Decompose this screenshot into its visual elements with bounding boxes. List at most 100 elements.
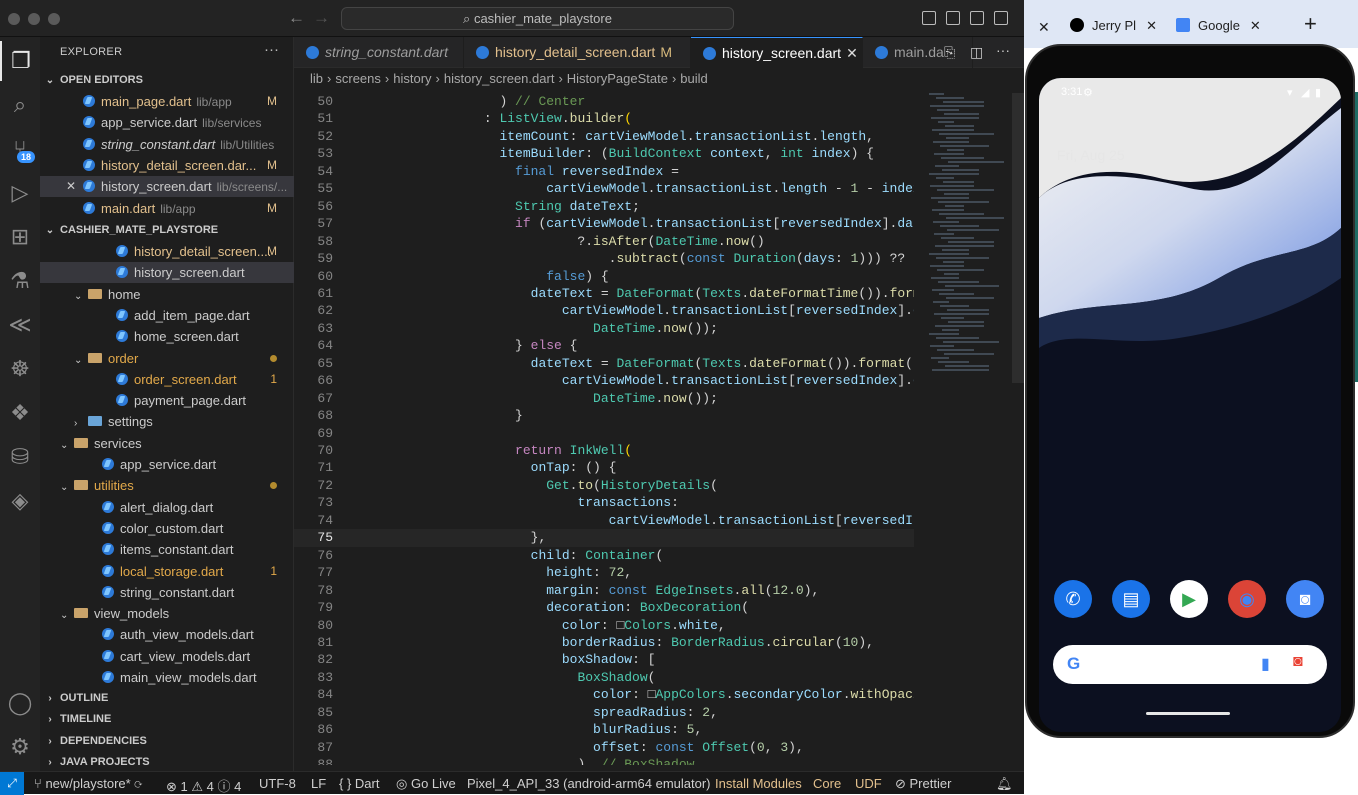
tree-file-item[interactable]: home_screen.dart [40, 326, 294, 347]
tree-folder-item[interactable]: › settings [40, 411, 294, 432]
minimap[interactable] [924, 93, 1004, 393]
microphone-icon[interactable]: ▮ [1261, 654, 1270, 674]
install-modules-button[interactable]: Install Modules [715, 776, 802, 791]
code-line[interactable]: 64 } else { [294, 337, 914, 354]
tab-close-button[interactable]: ✕ [1146, 18, 1157, 33]
code-line[interactable]: 80 color: □Colors.white, [294, 617, 914, 634]
branch-status[interactable]: ⑂ new/playstore* ⟳ [34, 776, 142, 791]
tab-editor-file[interactable]: history_detail_screen.dart M [464, 37, 691, 68]
encoding-status[interactable]: UTF-8 [259, 776, 296, 791]
code-line[interactable]: 79 decoration: BoxDecoration( [294, 599, 914, 616]
close-icon[interactable]: ✕ [66, 176, 76, 197]
language-status[interactable]: { } Dart [339, 776, 379, 791]
open-editor-item[interactable]: app_service.dart lib/services [40, 112, 294, 133]
settings-gear-icon[interactable]: ⚙ [0, 727, 40, 767]
split-editor-icon[interactable]: ◫ [970, 44, 983, 61]
explorer-icon[interactable]: ❐ [0, 41, 40, 81]
tree-file-item[interactable]: alert_dialog.dart [40, 497, 294, 518]
tab-close-icon[interactable]: ✕ [846, 45, 858, 61]
run-debug-icon[interactable]: ▷ [0, 173, 40, 213]
tree-folder-item[interactable]: ⌄ services [40, 433, 294, 454]
maximize-window-button[interactable] [48, 13, 60, 25]
code-line[interactable]: 82 boxShadow: [ [294, 651, 914, 668]
toggle-secondary-sidebar-icon[interactable] [970, 11, 984, 25]
eol-status[interactable]: LF [311, 776, 326, 791]
code-line[interactable]: 87 offset: const Offset(0, 3), [294, 739, 914, 756]
docker-icon[interactable]: ☸ [0, 349, 40, 389]
code-line[interactable]: 69 [294, 425, 914, 442]
tree-file-item[interactable]: string_constant.dart [40, 582, 294, 603]
core-status[interactable]: Core [813, 776, 841, 791]
udf-status[interactable]: UDF [855, 776, 882, 791]
tree-file-item[interactable]: history_detail_screen.... M [40, 241, 294, 262]
code-line[interactable]: 65 dateText = DateFormat (Texts.dateForma… [294, 355, 914, 372]
breadcrumb-item[interactable]: screens [335, 71, 381, 86]
prettier-status[interactable]: ⊘ Prettier [895, 776, 951, 792]
code-line[interactable]: 68 } [294, 407, 914, 424]
toggle-panel-icon[interactable] [946, 11, 960, 25]
tree-file-item[interactable]: auth_view_models.dart [40, 624, 294, 645]
code-line[interactable]: 78 margin: const EdgeInsets.all(12.0), [294, 582, 914, 599]
open-editor-item[interactable]: ✕ history_screen.dart lib/screens/... [40, 176, 294, 198]
breadcrumb-item[interactable]: build [680, 71, 707, 86]
breadcrumb-item[interactable]: HistoryPageState [567, 71, 668, 86]
new-tab-button[interactable]: + [1304, 8, 1317, 40]
section-header-outline[interactable]: › OUTLINE [40, 688, 294, 709]
emulator-screen[interactable]: 3:31 ⚙ ▾ ◢ ▮ Fri, Aug 25 ✆ ▤ ▶ ◉ ◙ G ▮ ◙ [1039, 78, 1341, 732]
code-line[interactable]: 61 dateText = DateFormat(Texts.dateForma… [294, 285, 914, 302]
testing-icon[interactable]: ⚗ [0, 261, 40, 301]
problems-status[interactable]: ⊗ 1 ⚠ 4 ⓘ 4 [166, 776, 241, 795]
back-arrow-icon[interactable]: ← [288, 8, 305, 28]
code-line[interactable]: 67 DateTime.now()); [294, 390, 914, 407]
messages-app-icon[interactable]: ▤ [1112, 580, 1150, 618]
code-line[interactable]: 52 itemCount: cartViewModel.transactionL… [294, 128, 914, 145]
open-editor-item[interactable]: history_detail_screen.dar... M [40, 155, 294, 176]
code-line[interactable]: 57 if (cartViewModel.transactionList[rev… [294, 215, 914, 232]
code-line[interactable]: 53 itemBuilder: (BuildContext context, i… [294, 145, 914, 162]
close-window-button[interactable] [8, 13, 20, 25]
chrome-app-icon[interactable]: ◉ [1228, 580, 1266, 618]
go-live-button[interactable]: ◎ Go Live [396, 776, 456, 792]
account-icon[interactable]: ◯ [0, 683, 40, 723]
project-header[interactable]: ⌄ CASHIER_MATE_PLAYSTORE [40, 220, 294, 241]
more-actions-icon[interactable]: ··· [996, 42, 1010, 58]
device-status[interactable]: Pixel_4_API_33 (android-arm64 emulator) [467, 776, 711, 791]
code-line[interactable]: 73 transactions: [294, 494, 914, 511]
code-line[interactable]: 59 .subtract(const Duration(days: 1))) ?… [294, 250, 914, 267]
code-line[interactable]: 58 ?.isAfter(DateTime.now() [294, 233, 914, 250]
remote-indicator-icon[interactable]: ⤢ [0, 772, 24, 795]
google-search-bar[interactable]: G ▮ ◙ [1053, 645, 1327, 684]
code-line[interactable]: 76 child: Container( [294, 547, 914, 564]
code-editor[interactable]: 50 ) // Center 51 : ListView.builder(52 i… [294, 93, 914, 765]
code-line[interactable]: 60 false) { [294, 268, 914, 285]
phone-app-icon[interactable]: ✆ [1054, 580, 1092, 618]
breadcrumb-item[interactable]: history [393, 71, 431, 86]
more-actions-icon[interactable]: ··· [264, 41, 279, 58]
tree-file-item[interactable]: history_screen.dart [40, 262, 294, 284]
open-editor-item[interactable]: main_page.dart lib/app M [40, 91, 294, 112]
command-center-search[interactable]: ⌕ cashier_mate_playstore [341, 7, 734, 30]
breadcrumb-item[interactable]: history_screen.dart [444, 71, 555, 86]
code-line[interactable]: 72 Get.to(HistoryDetails( [294, 477, 914, 494]
open-editor-item[interactable]: string_constant.dart lib/Utilities [40, 134, 294, 155]
section-header-java-projects[interactable]: › JAVA PROJECTS [40, 752, 294, 773]
code-line[interactable]: 86 blurRadius: 5, [294, 721, 914, 738]
forward-arrow-icon[interactable]: → [313, 8, 330, 28]
camera-app-icon[interactable]: ◙ [1286, 580, 1324, 618]
code-line[interactable]: 66 cartViewModel.transactionList[reverse… [294, 372, 914, 389]
search-icon[interactable]: ⌕ [0, 85, 40, 125]
toggle-sidebar-icon[interactable] [922, 11, 936, 25]
open-editor-item[interactable]: main.dart lib/app M [40, 198, 294, 219]
flutter-icon[interactable]: ≪ [0, 305, 40, 345]
tree-folder-item[interactable]: ⌄ utilities [40, 475, 294, 496]
browser-tab-google[interactable]: Google ✕ [1176, 10, 1292, 42]
figma-icon[interactable]: ❖ [0, 393, 40, 433]
code-line[interactable]: 88 ), // BoxShadow [294, 756, 914, 765]
play-store-app-icon[interactable]: ▶ [1170, 580, 1208, 618]
tab-close-button[interactable]: ✕ [1038, 11, 1050, 43]
layers-icon[interactable]: ◈ [0, 481, 40, 521]
code-line[interactable]: 74 cartViewModel.transactionList[reverse… [294, 512, 914, 529]
tree-file-item[interactable]: add_item_page.dart [40, 305, 294, 326]
tree-folder-item[interactable]: ⌄ order [40, 348, 294, 369]
tree-file-item[interactable]: color_custom.dart [40, 518, 294, 539]
